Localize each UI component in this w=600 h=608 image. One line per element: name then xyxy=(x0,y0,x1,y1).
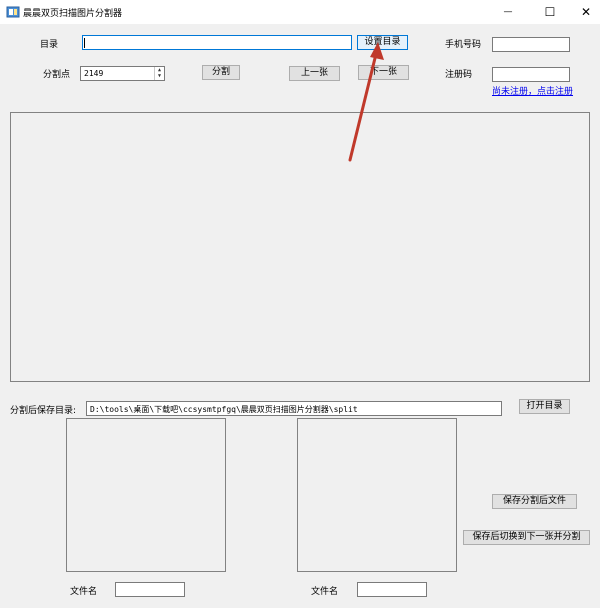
split-point-label: 分割点 xyxy=(43,70,71,80)
phone-input[interactable] xyxy=(492,37,570,52)
right-filename-input[interactable] xyxy=(357,582,427,597)
open-directory-button[interactable]: 打开目录 xyxy=(519,399,570,414)
close-button[interactable]: ✕ xyxy=(566,0,600,24)
spinner-buttons: ▲ ▼ xyxy=(154,67,164,80)
phone-label: 手机号码 xyxy=(445,40,482,50)
window-title: 晨晨双页扫描图片分割器 xyxy=(23,9,123,19)
save-split-files-button[interactable]: 保存分割后文件 xyxy=(492,494,577,509)
right-page-preview xyxy=(297,418,457,572)
directory-label: 目录 xyxy=(40,40,59,50)
maximize-icon: ☐ xyxy=(544,5,556,19)
save-directory-label: 分割后保存目录: xyxy=(10,406,77,416)
spinner-down-icon[interactable]: ▼ xyxy=(155,73,164,79)
registration-code-label: 注册码 xyxy=(445,70,473,80)
app-icon xyxy=(6,6,20,18)
left-filename-label: 文件名 xyxy=(70,587,98,597)
registration-code-input[interactable] xyxy=(492,67,570,82)
minimize-icon: — xyxy=(503,7,513,17)
save-and-next-button[interactable]: 保存后切换到下一张并分割 xyxy=(463,530,590,545)
save-directory-input[interactable]: D:\tools\桌面\下载吧\ccsysmtpfgq\晨晨双页扫描图片分割器\… xyxy=(86,401,502,416)
left-page-preview xyxy=(66,418,226,572)
split-button[interactable]: 分割 xyxy=(202,65,240,80)
maximize-button[interactable]: ☐ xyxy=(530,0,570,24)
text-caret xyxy=(84,38,85,48)
left-filename-input[interactable] xyxy=(115,582,185,597)
register-link[interactable]: 尚未注册，点击注册 xyxy=(492,84,573,97)
split-point-stepper[interactable]: 2149 ▲ ▼ xyxy=(80,66,165,81)
previous-button[interactable]: 上一张 xyxy=(289,66,340,81)
directory-input[interactable] xyxy=(82,35,352,50)
minimize-button[interactable]: — xyxy=(488,0,528,24)
close-icon: ✕ xyxy=(580,5,592,19)
split-point-value: 2149 xyxy=(84,69,104,78)
image-preview-panel xyxy=(10,112,590,382)
annotation-arrow-icon xyxy=(348,42,384,162)
right-filename-label: 文件名 xyxy=(311,587,339,597)
